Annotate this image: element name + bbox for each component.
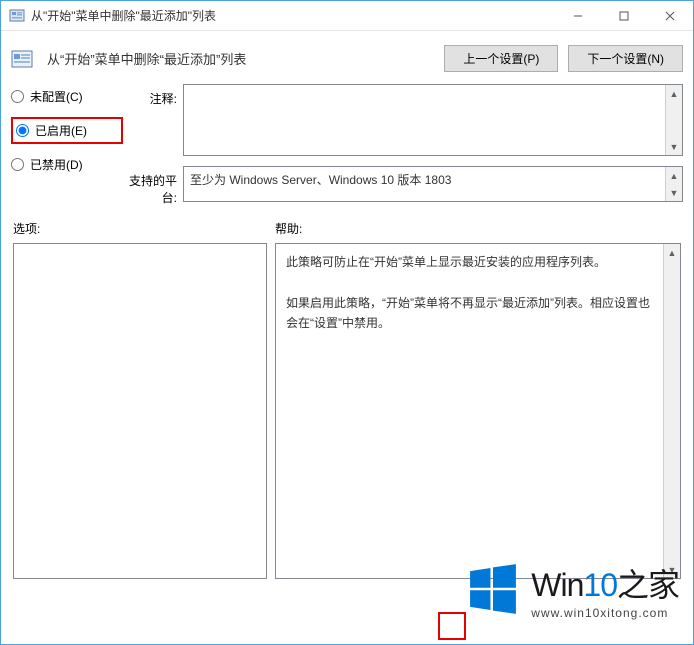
options-box xyxy=(13,243,267,579)
scroll-up-icon[interactable]: ▲ xyxy=(666,85,682,102)
window-controls xyxy=(555,1,693,30)
radio-enabled[interactable]: 已启用(E) xyxy=(16,122,118,139)
next-setting-button[interactable]: 下一个设置(N) xyxy=(568,45,683,72)
scroll-up-icon[interactable]: ▲ xyxy=(666,167,682,184)
comment-label: 注释: xyxy=(123,84,183,107)
scroll-down-icon[interactable]: ▼ xyxy=(666,138,682,155)
help-line1: 此策略可防止在“开始”菜单上显示最近安装的应用程序列表。 xyxy=(286,252,653,272)
toolbar: 从“开始”菜单中删除“最近添加”列表 上一个设置(P) 下一个设置(N) xyxy=(1,31,693,84)
top-grid: 未配置(C) 已启用(E) 已禁用(D) 注释: ▲ ▼ 支持的平台: xyxy=(11,84,683,206)
supported-textbox: 至少为 Windows Server、Windows 10 版本 1803 ▲ … xyxy=(183,166,683,202)
windows-logo-icon xyxy=(465,561,521,620)
minimize-button[interactable] xyxy=(555,1,601,30)
comment-textbox[interactable]: ▲ ▼ xyxy=(183,84,683,156)
watermark-text: Win10之家 www.win10xitong.com xyxy=(531,560,679,620)
supported-scrollbar[interactable]: ▲ ▼ xyxy=(665,167,682,201)
comment-scrollbar[interactable]: ▲ ▼ xyxy=(665,85,682,155)
maximize-button[interactable] xyxy=(601,1,647,30)
comment-value xyxy=(184,85,665,155)
scroll-down-icon[interactable]: ▼ xyxy=(666,184,682,201)
enabled-highlight: 已启用(E) xyxy=(11,117,123,144)
policy-title: 从“开始”菜单中删除“最近添加”列表 xyxy=(47,49,434,68)
scroll-up-icon[interactable]: ▲ xyxy=(664,244,680,261)
titlebar: 从"开始"菜单中删除"最近添加"列表 xyxy=(1,1,693,31)
radio-not-configured-label: 未配置(C) xyxy=(30,88,83,105)
supported-value: 至少为 Windows Server、Windows 10 版本 1803 xyxy=(184,167,665,201)
policy-icon xyxy=(11,48,33,70)
radio-enabled-label: 已启用(E) xyxy=(35,122,87,139)
watermark: Win10之家 www.win10xitong.com xyxy=(465,560,679,620)
help-box: 此策略可防止在“开始”菜单上显示最近安装的应用程序列表。 如果启用此策略，“开始… xyxy=(275,243,681,579)
supported-label: 支持的平台: xyxy=(123,166,183,206)
help-line2: 如果启用此策略，“开始”菜单将不再显示“最近添加”列表。相应设置也会在“设置”中… xyxy=(286,293,653,334)
radio-not-configured[interactable]: 未配置(C) xyxy=(11,88,123,105)
radio-enabled-input[interactable] xyxy=(16,124,29,137)
previous-setting-button[interactable]: 上一个设置(P) xyxy=(444,45,558,72)
close-button[interactable] xyxy=(647,1,693,30)
radio-group: 未配置(C) 已启用(E) 已禁用(D) xyxy=(11,84,123,173)
radio-disabled-label: 已禁用(D) xyxy=(30,156,83,173)
brand-prefix: Win xyxy=(531,567,583,603)
bottom-grid: 此策略可防止在“开始”菜单上显示最近安装的应用程序列表。 如果启用此策略，“开始… xyxy=(11,243,683,579)
window-title: 从"开始"菜单中删除"最近添加"列表 xyxy=(31,7,555,24)
radio-disabled-input[interactable] xyxy=(11,158,24,171)
app-icon xyxy=(9,8,25,24)
ok-button-highlight xyxy=(438,612,466,640)
help-scrollbar[interactable]: ▲ ▼ xyxy=(663,244,680,578)
radio-disabled[interactable]: 已禁用(D) xyxy=(11,156,123,173)
radio-not-configured-input[interactable] xyxy=(11,90,24,103)
options-label: 选项: xyxy=(13,220,275,237)
main-area: 未配置(C) 已启用(E) 已禁用(D) 注释: ▲ ▼ 支持的平台: xyxy=(1,84,693,587)
help-content: 此策略可防止在“开始”菜单上显示最近安装的应用程序列表。 如果启用此策略，“开始… xyxy=(276,244,663,578)
help-label: 帮助: xyxy=(275,220,681,237)
mid-labels: 选项: 帮助: xyxy=(11,206,683,243)
brand-accent: 10 xyxy=(583,567,617,603)
watermark-brand: Win10之家 xyxy=(531,560,679,606)
watermark-url: www.win10xitong.com xyxy=(531,606,679,620)
brand-suffix: 之家 xyxy=(617,567,679,603)
